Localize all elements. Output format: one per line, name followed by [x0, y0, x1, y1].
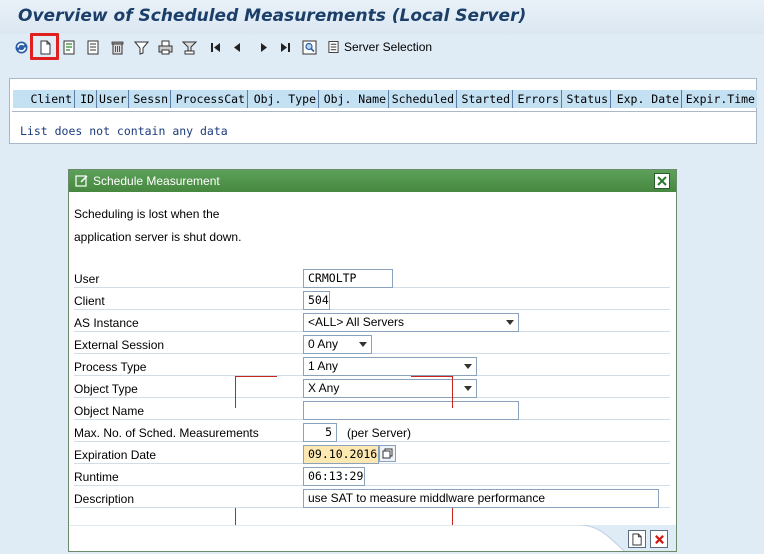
previous-icon[interactable] [228, 38, 246, 56]
find-icon[interactable] [300, 38, 318, 56]
object-type-value: X Any [308, 381, 340, 395]
expiration-date-field[interactable]: 09.10.2016 [303, 445, 379, 464]
row-object-type: Object Type X Any [74, 378, 670, 398]
close-icon [657, 176, 667, 186]
per-server-label: (per Server) [347, 426, 412, 440]
col-scheduled[interactable]: Scheduled [389, 90, 457, 108]
max-sched-field[interactable]: 5 [303, 423, 337, 442]
server-icon [328, 41, 339, 53]
client-label: Client [74, 294, 105, 308]
col-obj-type[interactable]: Obj. Type [248, 90, 319, 108]
change-icon[interactable] [60, 38, 78, 56]
col-expir-time[interactable]: Expir.Time [682, 90, 757, 108]
footer-curve-shape [69, 525, 676, 551]
row-as-instance: AS Instance <ALL> All Servers [74, 312, 670, 332]
filter-icon[interactable] [132, 38, 150, 56]
details-icon[interactable] [84, 38, 102, 56]
dialog-note-line2: application server is shut down. [74, 230, 242, 244]
measurement-list: Client ID User Sessn ProcessCat Obj. Typ… [9, 78, 757, 144]
title-bar: Overview of Scheduled Measurements (Loca… [0, 0, 764, 34]
highlight-box [30, 33, 59, 60]
next-icon[interactable] [254, 38, 272, 56]
user-label: User [74, 272, 100, 286]
dialog-close-button[interactable] [654, 173, 670, 189]
user-field[interactable]: CRMOLTP [303, 269, 393, 288]
client-field[interactable]: 504 [303, 291, 330, 310]
row-process-type: Process Type 1 Any [74, 356, 670, 376]
create-confirm-button[interactable] [628, 530, 646, 548]
row-object-name: Object Name [74, 400, 670, 420]
empty-list-message: List does not contain any data [20, 124, 228, 138]
list-header: Client ID User Sessn ProcessCat Obj. Typ… [13, 90, 757, 108]
runtime-field[interactable]: 06:13:29 [303, 467, 365, 486]
col-errors[interactable]: Errors [513, 90, 562, 108]
server-selection-button[interactable]: Server Selection [328, 38, 432, 56]
col-processcat[interactable]: ProcessCat [171, 90, 248, 108]
external-session-value: 0 Any [308, 337, 339, 351]
dialog-title: Schedule Measurement [93, 174, 220, 188]
runtime-label: Runtime [74, 470, 119, 484]
description-field[interactable]: use SAT to measure middlware performance [303, 489, 659, 508]
as-instance-dropdown[interactable]: <ALL> All Servers [303, 313, 519, 332]
first-page-icon[interactable] [206, 38, 224, 56]
print-icon[interactable] [156, 38, 174, 56]
row-user: User CRMOLTP [74, 268, 670, 288]
row-max-sched: Max. No. of Sched. Measurements 5 (per S… [74, 422, 670, 442]
application-toolbar: Server Selection [10, 33, 760, 60]
process-type-dropdown[interactable]: 1 Any [303, 357, 477, 376]
annotation-mark [411, 376, 453, 377]
chevron-down-icon [506, 320, 514, 325]
process-type-label: Process Type [74, 360, 147, 374]
cancel-icon [654, 534, 664, 544]
annotation-mark [452, 376, 453, 408]
page-title: Overview of Scheduled Measurements (Loca… [18, 6, 527, 26]
schedule-measurement-dialog: Schedule Measurement Scheduling is lost … [68, 169, 677, 552]
object-type-label: Object Type [74, 382, 138, 396]
annotation-mark [235, 376, 236, 408]
col-status[interactable]: Status [562, 90, 611, 108]
calendar-button[interactable] [379, 445, 396, 462]
last-page-icon[interactable] [276, 38, 294, 56]
process-type-value: 1 Any [308, 359, 339, 373]
export-icon[interactable] [180, 38, 198, 56]
annotation-mark [235, 376, 277, 377]
row-external-session: External Session 0 Any [74, 334, 670, 354]
col-id[interactable]: ID [75, 90, 97, 108]
dialog-note-line1: Scheduling is lost when the [74, 207, 220, 221]
col-exp-date[interactable]: Exp. Date [611, 90, 682, 108]
server-selection-label: Server Selection [344, 40, 433, 54]
col-obj-name[interactable]: Obj. Name [319, 90, 389, 108]
external-session-dropdown[interactable]: 0 Any [303, 335, 372, 354]
chevron-down-icon [464, 386, 472, 391]
dialog-footer [69, 525, 676, 551]
expiration-date-label: Expiration Date [74, 448, 157, 462]
refresh-icon[interactable] [12, 38, 30, 56]
row-description: Description use SAT to measure middlware… [74, 488, 670, 508]
calendar-icon [382, 448, 393, 459]
max-sched-label: Max. No. of Sched. Measurements [74, 426, 259, 440]
as-instance-label: AS Instance [74, 316, 139, 330]
as-instance-value: <ALL> All Servers [308, 315, 405, 329]
dialog-titlebar[interactable]: Schedule Measurement [69, 170, 676, 192]
row-client: Client 504 [74, 290, 670, 310]
row-runtime: Runtime 06:13:29 [74, 466, 670, 486]
edit-window-icon [75, 174, 89, 191]
object-type-dropdown[interactable]: X Any [303, 379, 477, 398]
object-name-field[interactable] [303, 401, 519, 420]
object-name-label: Object Name [74, 404, 145, 418]
document-icon [631, 533, 642, 545]
list-divider [12, 111, 756, 112]
col-sessn[interactable]: Sessn [129, 90, 171, 108]
cancel-button[interactable] [650, 530, 668, 548]
col-user[interactable]: User [97, 90, 129, 108]
delete-icon[interactable] [108, 38, 126, 56]
chevron-down-icon [464, 364, 472, 369]
external-session-label: External Session [74, 338, 165, 352]
col-started[interactable]: Started [457, 90, 513, 108]
description-label: Description [74, 492, 135, 506]
row-expiration-date: Expiration Date 09.10.2016 [74, 444, 670, 464]
chevron-down-icon [359, 342, 367, 347]
col-client[interactable]: Client [13, 90, 75, 108]
